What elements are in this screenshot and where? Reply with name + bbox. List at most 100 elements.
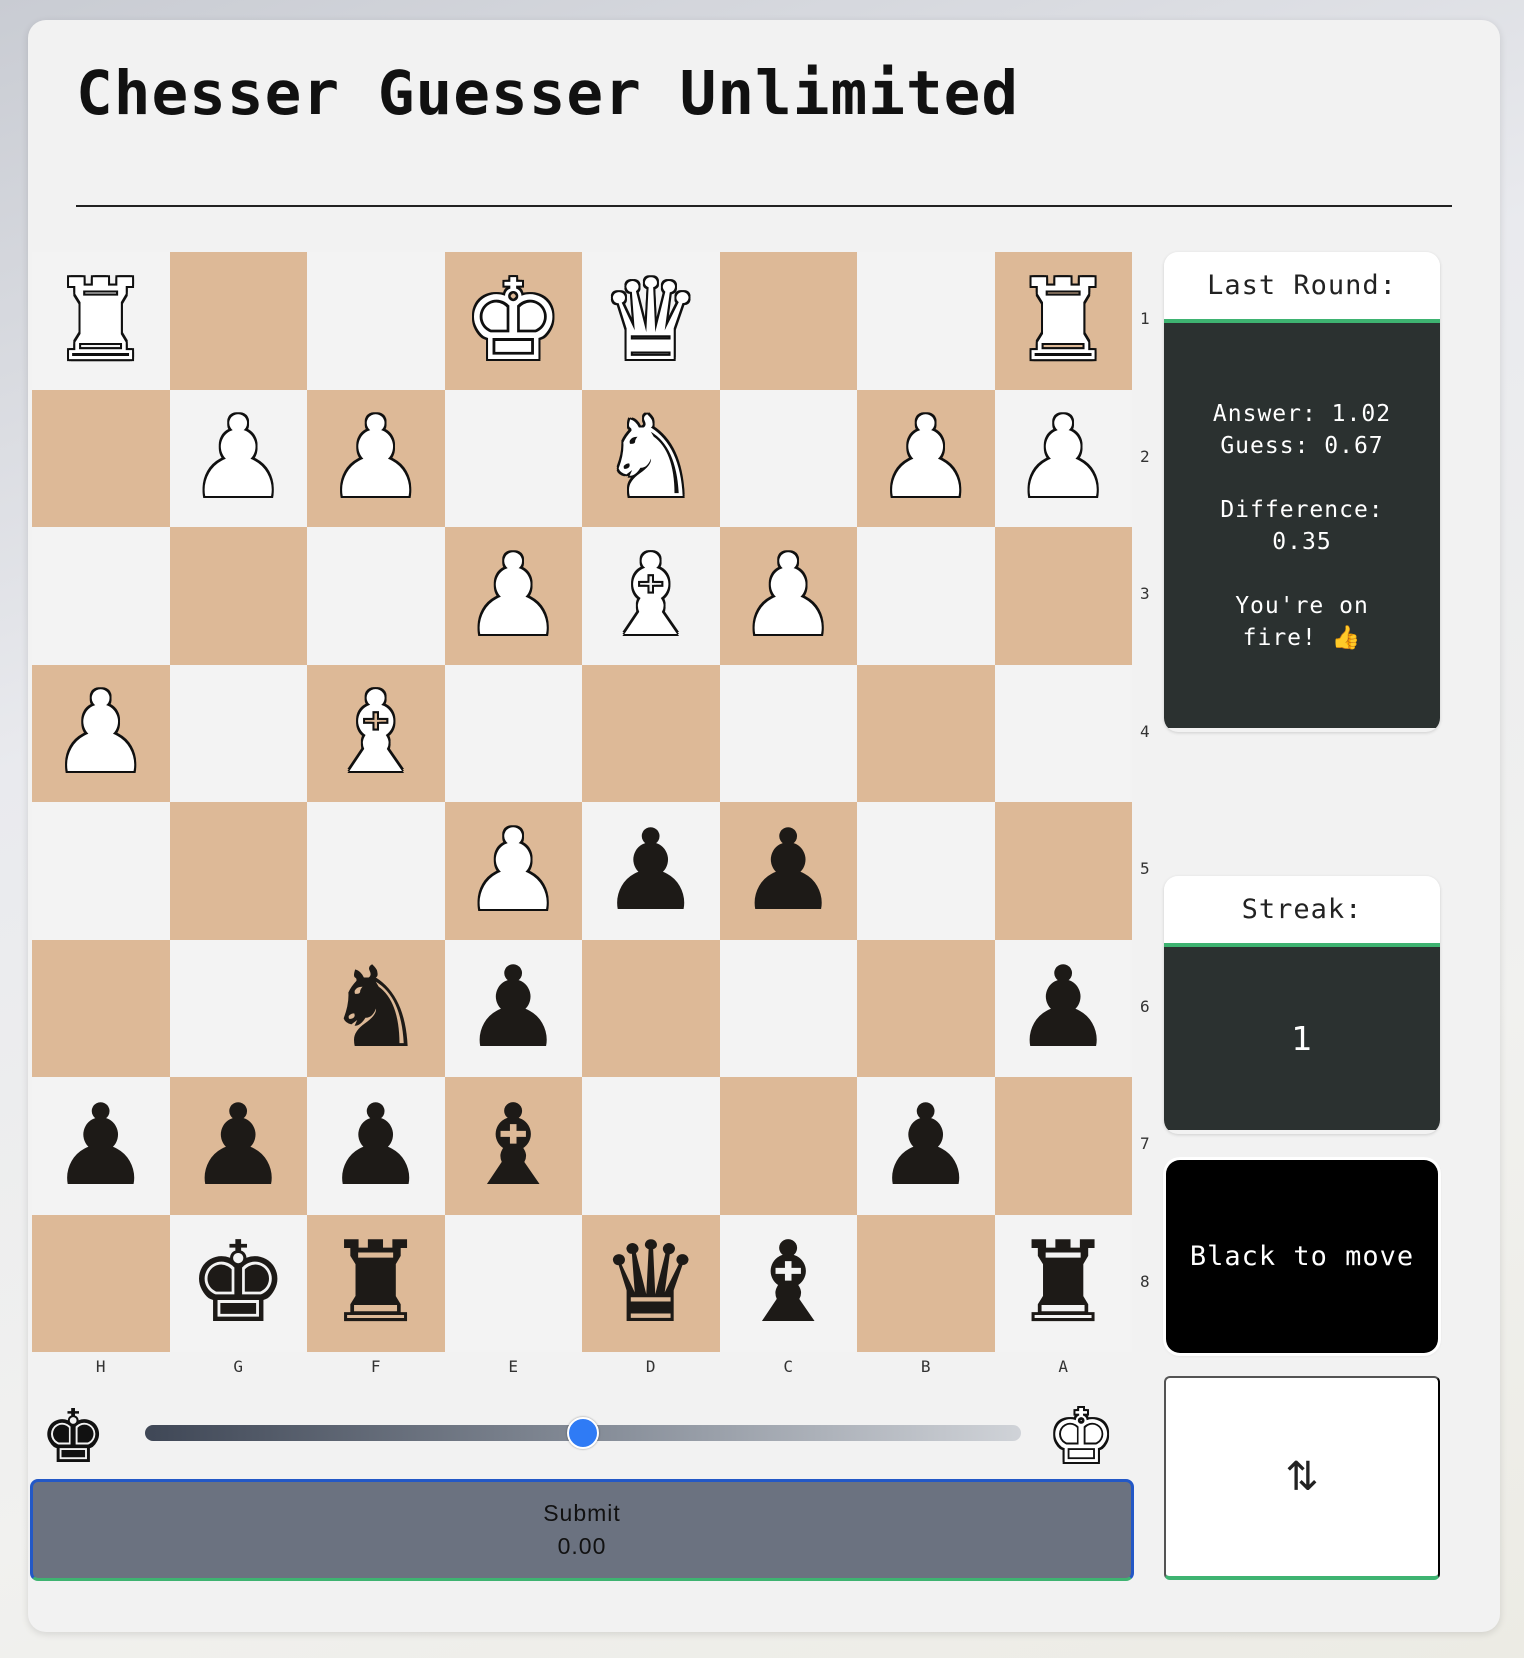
- square-b5[interactable]: [857, 802, 995, 940]
- black-pawn-icon[interactable]: ♟: [876, 1090, 976, 1202]
- square-b8[interactable]: [857, 1214, 995, 1352]
- square-h3[interactable]: [32, 527, 170, 665]
- square-c3[interactable]: ♟: [719, 527, 857, 665]
- white-pawn-icon[interactable]: ♟: [326, 402, 426, 514]
- black-pawn-icon[interactable]: ♟: [51, 1090, 151, 1202]
- white-rook-icon[interactable]: ♜: [51, 265, 151, 377]
- black-rook-icon[interactable]: ♜: [1013, 1227, 1113, 1339]
- evaluation-slider-thumb[interactable]: [567, 1417, 599, 1449]
- square-a6[interactable]: ♟: [994, 939, 1132, 1077]
- square-c2[interactable]: [719, 389, 857, 527]
- square-c1[interactable]: [719, 252, 857, 390]
- black-pawn-icon[interactable]: ♟: [188, 1090, 288, 1202]
- square-a3[interactable]: [994, 527, 1132, 665]
- square-f1[interactable]: [307, 252, 445, 390]
- square-g2[interactable]: ♟: [169, 389, 307, 527]
- white-bishop-icon[interactable]: ♝: [601, 540, 701, 652]
- black-pawn-icon[interactable]: ♟: [601, 815, 701, 927]
- square-f8[interactable]: ♜: [307, 1214, 445, 1352]
- square-h6[interactable]: [32, 939, 170, 1077]
- square-h5[interactable]: [32, 802, 170, 940]
- square-g3[interactable]: [169, 527, 307, 665]
- square-h7[interactable]: ♟: [32, 1077, 170, 1215]
- square-g8[interactable]: ♚: [169, 1214, 307, 1352]
- black-queen-icon[interactable]: ♛: [601, 1227, 701, 1339]
- square-d8[interactable]: ♛: [582, 1214, 720, 1352]
- white-queen-icon[interactable]: ♛: [601, 265, 701, 377]
- square-b2[interactable]: ♟: [857, 389, 995, 527]
- square-g7[interactable]: ♟: [169, 1077, 307, 1215]
- square-b6[interactable]: [857, 939, 995, 1077]
- square-c8[interactable]: ♝: [719, 1214, 857, 1352]
- square-a4[interactable]: [994, 664, 1132, 802]
- square-g5[interactable]: [169, 802, 307, 940]
- square-h2[interactable]: [32, 389, 170, 527]
- square-d7[interactable]: [582, 1077, 720, 1215]
- square-d4[interactable]: [582, 664, 720, 802]
- rank-label: 1: [1140, 309, 1150, 328]
- white-pawn-icon[interactable]: ♟: [463, 815, 563, 927]
- white-pawn-icon[interactable]: ♟: [738, 540, 838, 652]
- square-a2[interactable]: ♟: [994, 389, 1132, 527]
- white-pawn-icon[interactable]: ♟: [876, 402, 976, 514]
- square-e3[interactable]: ♟: [444, 527, 582, 665]
- white-king-icon[interactable]: ♚: [463, 265, 563, 377]
- black-king-icon[interactable]: ♚: [188, 1227, 288, 1339]
- white-pawn-icon[interactable]: ♟: [1013, 402, 1113, 514]
- square-e2[interactable]: [444, 389, 582, 527]
- square-b3[interactable]: [857, 527, 995, 665]
- square-d3[interactable]: ♝: [582, 527, 720, 665]
- square-d6[interactable]: [582, 939, 720, 1077]
- square-c6[interactable]: [719, 939, 857, 1077]
- black-pawn-icon[interactable]: ♟: [1013, 952, 1113, 1064]
- square-h8[interactable]: [32, 1214, 170, 1352]
- square-f6[interactable]: ♞: [307, 939, 445, 1077]
- white-pawn-icon[interactable]: ♟: [463, 540, 563, 652]
- white-knight-icon[interactable]: ♞: [601, 402, 701, 514]
- white-rook-icon[interactable]: ♜: [1013, 265, 1113, 377]
- square-a5[interactable]: [994, 802, 1132, 940]
- square-g6[interactable]: [169, 939, 307, 1077]
- square-e6[interactable]: ♟: [444, 939, 582, 1077]
- square-c7[interactable]: [719, 1077, 857, 1215]
- white-pawn-icon[interactable]: ♟: [188, 402, 288, 514]
- square-d2[interactable]: ♞: [582, 389, 720, 527]
- square-b1[interactable]: [857, 252, 995, 390]
- square-d5[interactable]: ♟: [582, 802, 720, 940]
- chess-board[interactable]: ♜ ♚ ♛ ♜ ♟ ♟ ♞ ♟ ♟ ♟ ♝ ♟ ♟ ♝ ♟ ♟ ♟ ♞ ♟ ♟ ♟ ♟ ♟ ♝ ♟ ♚ ♜ ♛ ♝ ♜: [32, 252, 1132, 1352]
- square-a1[interactable]: ♜: [994, 252, 1132, 390]
- square-b7[interactable]: ♟: [857, 1077, 995, 1215]
- submit-button[interactable]: Submit 0.00: [30, 1479, 1134, 1581]
- square-e8[interactable]: [444, 1214, 582, 1352]
- square-e4[interactable]: [444, 664, 582, 802]
- square-h1[interactable]: ♜: [32, 252, 170, 390]
- square-e1[interactable]: ♚: [444, 252, 582, 390]
- square-c5[interactable]: ♟: [719, 802, 857, 940]
- square-f3[interactable]: [307, 527, 445, 665]
- black-pawn-icon[interactable]: ♟: [463, 952, 563, 1064]
- flip-board-button[interactable]: ⇅: [1164, 1376, 1440, 1580]
- file-label: A: [1058, 1357, 1069, 1376]
- square-f2[interactable]: ♟: [307, 389, 445, 527]
- white-pawn-icon[interactable]: ♟: [51, 677, 151, 789]
- white-bishop-icon[interactable]: ♝: [326, 677, 426, 789]
- square-e5[interactable]: ♟: [444, 802, 582, 940]
- black-pawn-icon[interactable]: ♟: [326, 1090, 426, 1202]
- square-f7[interactable]: ♟: [307, 1077, 445, 1215]
- black-rook-icon[interactable]: ♜: [326, 1227, 426, 1339]
- square-g1[interactable]: [169, 252, 307, 390]
- square-a7[interactable]: [994, 1077, 1132, 1215]
- black-knight-icon[interactable]: ♞: [326, 952, 426, 1064]
- square-f5[interactable]: [307, 802, 445, 940]
- square-f4[interactable]: ♝: [307, 664, 445, 802]
- black-pawn-icon[interactable]: ♟: [738, 815, 838, 927]
- black-bishop-icon[interactable]: ♝: [738, 1227, 838, 1339]
- square-h4[interactable]: ♟: [32, 664, 170, 802]
- square-e7[interactable]: ♝: [444, 1077, 582, 1215]
- square-b4[interactable]: [857, 664, 995, 802]
- square-d1[interactable]: ♛: [582, 252, 720, 390]
- square-g4[interactable]: [169, 664, 307, 802]
- square-a8[interactable]: ♜: [994, 1214, 1132, 1352]
- black-bishop-icon[interactable]: ♝: [463, 1090, 563, 1202]
- square-c4[interactable]: [719, 664, 857, 802]
